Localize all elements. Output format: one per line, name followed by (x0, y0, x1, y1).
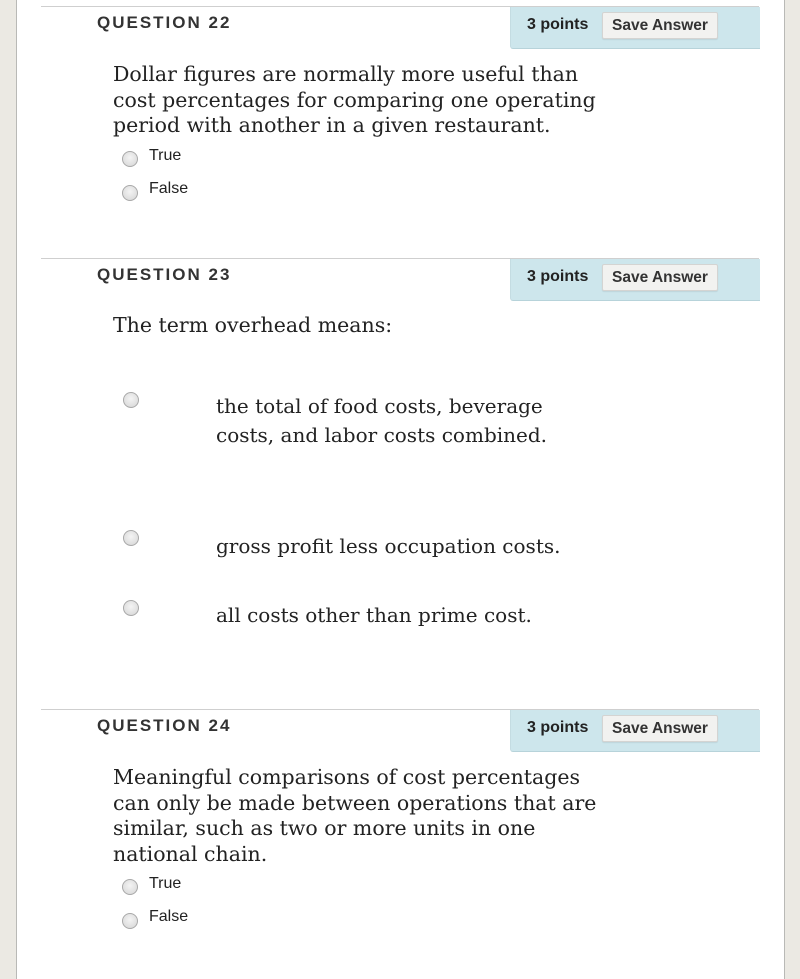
points-box: 3 points Save Answer (510, 710, 760, 752)
question-24: QUESTION 24 3 points Save Answer Meaning… (41, 709, 760, 929)
question-title: QUESTION 22 (97, 13, 232, 32)
question-title: QUESTION 24 (97, 716, 232, 735)
option-label-false[interactable]: False (149, 908, 188, 926)
radio-false[interactable] (122, 185, 138, 201)
radio-option-b[interactable] (123, 530, 139, 546)
option-label-c[interactable]: all costs other than prime cost. (216, 601, 576, 630)
radio-option-c[interactable] (123, 600, 139, 616)
question-text: The term overhead means: (113, 313, 393, 337)
save-answer-button[interactable]: Save Answer (602, 715, 718, 742)
option-label-a[interactable]: the total of food costs, beverage costs,… (216, 392, 576, 450)
question-text: Dollar figures are normally more useful … (113, 62, 596, 137)
points-label: 3 points (527, 268, 589, 285)
points-box: 3 points Save Answer (510, 7, 760, 49)
points-box: 3 points Save Answer (510, 259, 760, 301)
question-23: QUESTION 23 3 points Save Answer The ter… (41, 258, 760, 627)
option-label-false[interactable]: False (149, 180, 188, 198)
option-label-true[interactable]: True (149, 147, 181, 165)
option-label-b[interactable]: gross profit less occupation costs. (216, 532, 576, 561)
question-header: QUESTION 22 3 points Save Answer (41, 6, 760, 49)
question-header: QUESTION 23 3 points Save Answer (41, 258, 760, 301)
radio-true[interactable] (122, 151, 138, 167)
save-answer-button[interactable]: Save Answer (602, 264, 718, 291)
question-title: QUESTION 23 (97, 265, 232, 284)
option-label-true[interactable]: True (149, 875, 181, 893)
question-header: QUESTION 24 3 points Save Answer (41, 709, 760, 752)
points-label: 3 points (527, 16, 589, 33)
question-22: QUESTION 22 3 points Save Answer Dollar … (41, 6, 760, 201)
points-label: 3 points (527, 719, 589, 736)
save-answer-button[interactable]: Save Answer (602, 12, 718, 39)
question-text: Meaningful comparisons of cost percentag… (113, 765, 597, 866)
radio-true[interactable] (122, 879, 138, 895)
quiz-page: QUESTION 22 3 points Save Answer Dollar … (16, 0, 785, 979)
radio-false[interactable] (122, 913, 138, 929)
radio-option-a[interactable] (123, 392, 139, 408)
